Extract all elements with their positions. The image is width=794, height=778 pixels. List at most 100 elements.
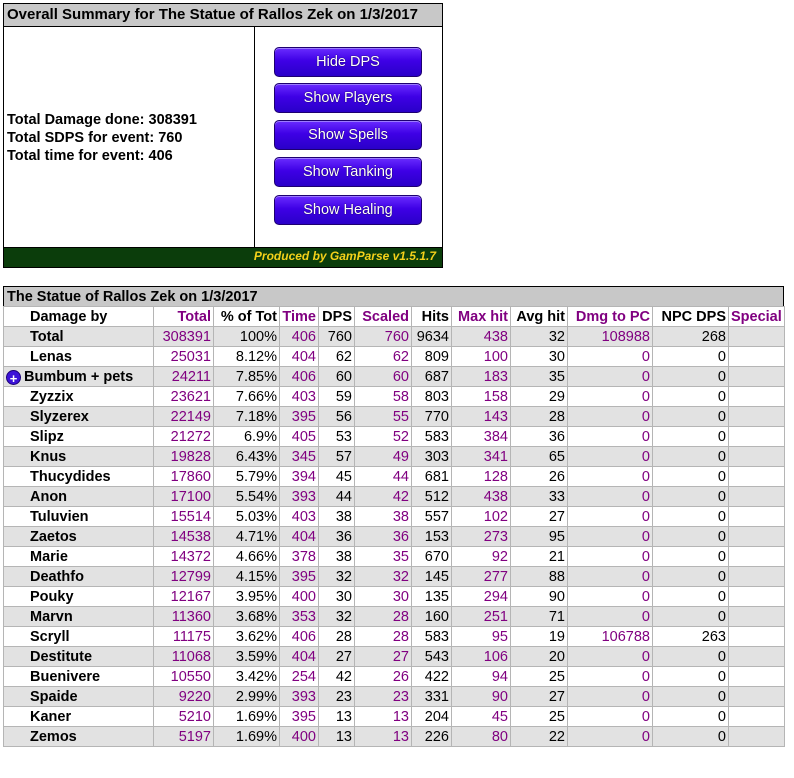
expand-icon[interactable]: + <box>6 369 21 386</box>
show-players-button[interactable]: Show Players <box>274 83 422 113</box>
cell-max-hit[interactable]: 183 <box>451 366 511 387</box>
cell-total[interactable]: 15514 <box>153 506 214 527</box>
cell-dmg-to-pc[interactable]: 0 <box>567 606 653 627</box>
cell-special[interactable] <box>728 546 785 567</box>
cell-max-hit[interactable]: 158 <box>451 386 511 407</box>
cell-max-hit[interactable]: 95 <box>451 626 511 647</box>
cell-special[interactable] <box>728 566 785 587</box>
cell-dmg-to-pc[interactable]: 0 <box>567 586 653 607</box>
cell-dmg-to-pc[interactable]: 0 <box>567 726 653 747</box>
cell-max-hit[interactable]: 45 <box>451 706 511 727</box>
cell-max-hit[interactable]: 273 <box>451 526 511 547</box>
cell-total[interactable]: 14538 <box>153 526 214 547</box>
cell-scaled[interactable]: 55 <box>354 406 412 427</box>
cell-dmg-to-pc[interactable]: 0 <box>567 546 653 567</box>
cell-scaled[interactable]: 13 <box>354 726 412 747</box>
cell-scaled[interactable]: 35 <box>354 546 412 567</box>
cell-dmg-to-pc[interactable]: 0 <box>567 406 653 427</box>
cell-max-hit[interactable]: 80 <box>451 726 511 747</box>
cell-scaled[interactable]: 30 <box>354 586 412 607</box>
col-scaled[interactable]: Scaled <box>354 306 412 327</box>
cell-time[interactable]: 406 <box>279 626 319 647</box>
cell-time[interactable]: 404 <box>279 526 319 547</box>
cell-special[interactable] <box>728 386 785 407</box>
cell-max-hit[interactable]: 341 <box>451 446 511 467</box>
cell-time[interactable]: 406 <box>279 366 319 387</box>
cell-scaled[interactable]: 38 <box>354 506 412 527</box>
cell-dmg-to-pc[interactable]: 0 <box>567 646 653 667</box>
cell-total[interactable]: 10550 <box>153 666 214 687</box>
cell-max-hit[interactable]: 102 <box>451 506 511 527</box>
cell-special[interactable] <box>728 426 785 447</box>
show-spells-button[interactable]: Show Spells <box>274 120 422 150</box>
cell-scaled[interactable]: 52 <box>354 426 412 447</box>
cell-time[interactable]: 254 <box>279 666 319 687</box>
cell-max-hit[interactable]: 94 <box>451 666 511 687</box>
cell-time[interactable]: 400 <box>279 726 319 747</box>
cell-total[interactable]: 17100 <box>153 486 214 507</box>
cell-dmg-to-pc[interactable]: 0 <box>567 686 653 707</box>
cell-special[interactable] <box>728 626 785 647</box>
cell-special[interactable] <box>728 606 785 627</box>
cell-time[interactable]: 395 <box>279 406 319 427</box>
cell-special[interactable] <box>728 686 785 707</box>
cell-total[interactable]: 21272 <box>153 426 214 447</box>
cell-total[interactable]: 11360 <box>153 606 214 627</box>
cell-max-hit[interactable]: 438 <box>451 486 511 507</box>
cell-time[interactable]: 395 <box>279 706 319 727</box>
cell-total[interactable]: 14372 <box>153 546 214 567</box>
cell-max-hit[interactable]: 294 <box>451 586 511 607</box>
cell-scaled[interactable]: 28 <box>354 606 412 627</box>
cell-time[interactable]: 405 <box>279 426 319 447</box>
cell-time[interactable]: 400 <box>279 586 319 607</box>
cell-scaled[interactable]: 36 <box>354 526 412 547</box>
cell-special[interactable] <box>728 446 785 467</box>
cell-dmg-to-pc[interactable]: 0 <box>567 426 653 447</box>
cell-scaled[interactable]: 13 <box>354 706 412 727</box>
cell-time[interactable]: 394 <box>279 466 319 487</box>
col-total[interactable]: Total <box>153 306 214 327</box>
col-time[interactable]: Time <box>279 306 319 327</box>
cell-max-hit[interactable]: 143 <box>451 406 511 427</box>
cell-special[interactable] <box>728 726 785 747</box>
cell-scaled[interactable]: 32 <box>354 566 412 587</box>
cell-dmg-to-pc[interactable]: 0 <box>567 566 653 587</box>
cell-total[interactable]: 24211 <box>153 366 214 387</box>
cell-time[interactable]: 378 <box>279 546 319 567</box>
cell-scaled[interactable]: 760 <box>354 326 412 347</box>
cell-special[interactable] <box>728 506 785 527</box>
cell-max-hit[interactable]: 277 <box>451 566 511 587</box>
cell-time[interactable]: 406 <box>279 326 319 347</box>
cell-total[interactable]: 308391 <box>153 326 214 347</box>
cell-max-hit[interactable]: 128 <box>451 466 511 487</box>
cell-total[interactable]: 19828 <box>153 446 214 467</box>
cell-total[interactable]: 11175 <box>153 626 214 647</box>
cell-total[interactable]: 11068 <box>153 646 214 667</box>
cell-special[interactable] <box>728 666 785 687</box>
cell-max-hit[interactable]: 106 <box>451 646 511 667</box>
cell-time[interactable]: 403 <box>279 506 319 527</box>
cell-scaled[interactable]: 28 <box>354 626 412 647</box>
cell-time[interactable]: 393 <box>279 486 319 507</box>
show-healing-button[interactable]: Show Healing <box>274 195 422 225</box>
show-tanking-button[interactable]: Show Tanking <box>274 157 422 187</box>
cell-total[interactable]: 12799 <box>153 566 214 587</box>
cell-special[interactable] <box>728 706 785 727</box>
cell-dmg-to-pc[interactable]: 0 <box>567 706 653 727</box>
cell-special[interactable] <box>728 486 785 507</box>
hide-dps-button[interactable]: Hide DPS <box>274 47 422 77</box>
cell-time[interactable]: 393 <box>279 686 319 707</box>
cell-special[interactable] <box>728 466 785 487</box>
col-special[interactable]: Special <box>728 306 785 327</box>
cell-dmg-to-pc[interactable]: 0 <box>567 486 653 507</box>
cell-scaled[interactable]: 62 <box>354 346 412 367</box>
cell-special[interactable] <box>728 586 785 607</box>
cell-dmg-to-pc[interactable]: 0 <box>567 446 653 467</box>
cell-scaled[interactable]: 27 <box>354 646 412 667</box>
cell-scaled[interactable]: 58 <box>354 386 412 407</box>
cell-dmg-to-pc[interactable]: 0 <box>567 526 653 547</box>
cell-dmg-to-pc[interactable]: 0 <box>567 506 653 527</box>
col-dmg-to-pc[interactable]: Dmg to PC <box>567 306 653 327</box>
cell-max-hit[interactable]: 100 <box>451 346 511 367</box>
cell-scaled[interactable]: 49 <box>354 446 412 467</box>
